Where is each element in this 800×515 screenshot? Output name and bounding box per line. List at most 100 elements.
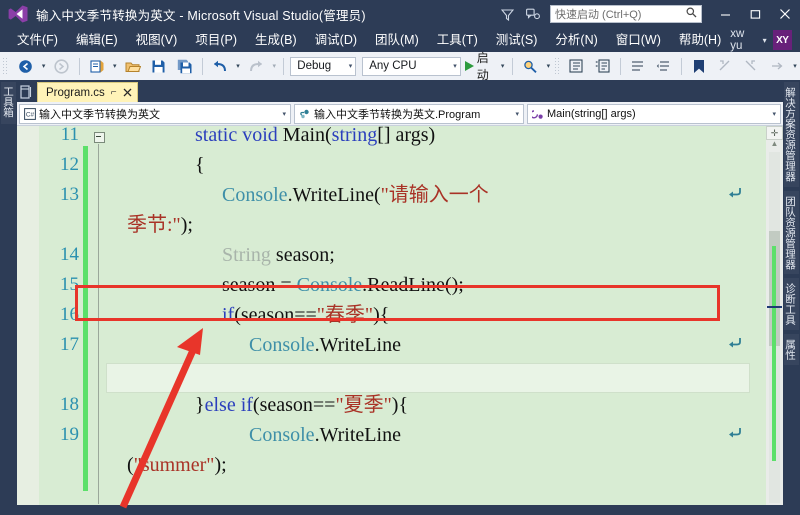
quick-launch-placeholder[interactable]: 快速启动 (Ctrl+Q) <box>555 6 686 22</box>
code-line[interactable]: static void Main(string[] args) <box>195 126 435 150</box>
code-token: Console <box>249 424 315 446</box>
code-token: } <box>195 394 205 416</box>
code-line[interactable]: if(season=="春季"){ <box>222 300 389 330</box>
menu-item-team[interactable]: 团队(M) <box>366 28 428 52</box>
outlining-margin[interactable] <box>92 126 106 505</box>
code-token: ){ <box>391 394 409 416</box>
collapse-block-icon[interactable] <box>94 132 105 143</box>
code-line[interactable]: Console.WriteLine <box>249 330 401 360</box>
solution-platform-dropdown[interactable]: Any CPU ▾ <box>362 56 461 76</box>
navigate-back-caret[interactable]: ▾ <box>38 54 48 78</box>
start-debugging-button[interactable]: 启动 ▾ <box>461 51 509 82</box>
comment-icon[interactable] <box>590 54 616 78</box>
menu-item-view[interactable]: 视图(V) <box>127 28 187 52</box>
feedback-icon[interactable] <box>520 2 546 26</box>
sidebar-item-team-explorer[interactable]: 团队资源管理器 <box>784 190 799 274</box>
navbar-member-dropdown[interactable]: Main(string[] args) ▾ <box>527 103 781 124</box>
sidebar-item-toolbox[interactable]: 工具箱 <box>1 82 16 124</box>
new-project-caret[interactable]: ▾ <box>110 54 120 78</box>
document-tab-program-cs[interactable]: Program.cs ⌐ <box>37 82 138 102</box>
navigate-back-icon[interactable] <box>12 54 38 78</box>
sidebar-item-solution-explorer[interactable]: 解决方案资源管理器 <box>784 82 799 187</box>
line-number: 12 <box>60 154 79 175</box>
navbar-type-dropdown[interactable]: 输入中文季节转换为英文.Program ▾ <box>294 103 524 124</box>
undo-icon[interactable] <box>207 54 233 78</box>
editor-window-icon[interactable] <box>17 82 37 102</box>
code-line[interactable]: String season; <box>222 240 335 270</box>
minimize-button[interactable] <box>710 1 740 27</box>
code-line[interactable]: 季节:"); <box>127 210 193 240</box>
line-number: 18 <box>60 394 79 415</box>
line-number: 15 <box>60 274 79 295</box>
code-line[interactable]: Console.WriteLine("请输入一个 <box>222 180 489 210</box>
save-all-icon[interactable] <box>172 54 198 78</box>
navigate-forward-icon[interactable] <box>49 54 75 78</box>
close-icon[interactable] <box>123 88 132 97</box>
maximize-button[interactable] <box>740 1 770 27</box>
code-token: "夏季" <box>335 394 392 416</box>
indent-icon[interactable] <box>564 54 590 78</box>
redo-caret[interactable]: ▾ <box>269 54 279 78</box>
menu-item-edit[interactable]: 编辑(E) <box>67 28 127 52</box>
code-line[interactable]: Console.WriteLine <box>249 420 401 450</box>
code-line[interactable]: }else if(season=="夏季"){ <box>195 390 408 420</box>
sidebar-item-diagnostic-tools[interactable]: 诊断工具 <box>784 278 799 330</box>
code-token: static <box>195 126 238 146</box>
menu-item-debug[interactable]: 调试(D) <box>306 28 366 52</box>
solution-platform-value: Any CPU <box>369 60 417 72</box>
menu-item-file[interactable]: 文件(F) <box>8 28 67 52</box>
sidebar-item-properties[interactable]: 属性 <box>784 334 799 365</box>
menu-item-help[interactable]: 帮助(H) <box>670 28 730 52</box>
find-caret[interactable]: ▾ <box>543 54 553 78</box>
quick-launch-box[interactable]: 快速启动 (Ctrl+Q) <box>550 5 702 23</box>
toolbar-separator-3 <box>283 57 285 75</box>
line-number: 14 <box>60 244 79 265</box>
filter-icon[interactable] <box>494 2 520 26</box>
document-tab-label: Program.cs <box>46 86 105 99</box>
code-token: Main( <box>277 126 332 146</box>
account-menu[interactable]: xw yu ▾ <box>730 28 772 52</box>
search-icon[interactable] <box>686 5 697 23</box>
code-line[interactable]: ("summer"); <box>127 450 227 480</box>
toolbar-grip-2[interactable] <box>553 57 561 75</box>
menu-item-analyze[interactable]: 分析(N) <box>546 28 606 52</box>
navbar-type-value: 输入中文季节转换为英文.Program <box>314 108 481 121</box>
toolbar-extra2-icon[interactable] <box>738 54 764 78</box>
change-tracking-margin <box>83 126 88 505</box>
code-editor[interactable]: 11 12 13 14 15 16 17 18 19 static void Main(stri… <box>17 126 783 505</box>
outdent-icon[interactable] <box>651 54 677 78</box>
code-line[interactable]: { <box>195 150 205 180</box>
toolbar-extra3-icon[interactable] <box>764 54 790 78</box>
toolbar-overflow-button[interactable]: ▾ <box>790 54 800 78</box>
right-tool-rail: 解决方案资源管理器 团队资源管理器 诊断工具 属性 <box>783 80 800 507</box>
menu-bar: 文件(F) 编辑(E) 视图(V) 项目(P) 生成(B) 调试(D) 团队(M… <box>0 28 800 52</box>
code-token: String <box>222 244 271 266</box>
line-number: 19 <box>60 424 79 445</box>
code-text-area[interactable]: static void Main(string[] args) { Console.… <box>106 126 750 505</box>
left-tool-rail: 工具箱 <box>0 80 17 505</box>
menu-item-project[interactable]: 项目(P) <box>186 28 246 52</box>
close-button[interactable] <box>770 1 800 27</box>
undo-caret[interactable]: ▾ <box>233 54 243 78</box>
code-token: if <box>240 394 253 416</box>
menu-item-window[interactable]: 窗口(W) <box>607 28 670 52</box>
open-file-icon[interactable] <box>120 54 146 78</box>
save-icon[interactable] <box>146 54 172 78</box>
uncomment-icon[interactable] <box>625 54 651 78</box>
toolbar-extra1-icon[interactable] <box>712 54 738 78</box>
toolbar-grip[interactable] <box>2 57 10 75</box>
editor-vertical-scrollbar[interactable]: ▲ <box>766 126 783 505</box>
code-line[interactable]: season = Console.ReadLine(); <box>222 270 464 300</box>
bookmark-icon[interactable] <box>686 54 712 78</box>
new-project-icon[interactable] <box>84 54 110 78</box>
avatar[interactable]: XY <box>772 30 792 50</box>
redo-icon[interactable] <box>243 54 269 78</box>
solution-configuration-dropdown[interactable]: Debug ▾ <box>290 56 357 76</box>
find-icon[interactable] <box>517 54 543 78</box>
indicator-margin[interactable] <box>17 126 39 505</box>
navbar-member-value: Main(string[] args) <box>547 107 636 120</box>
menu-item-build[interactable]: 生成(B) <box>246 28 306 52</box>
navbar-project-dropdown[interactable]: C# 输入中文季节转换为英文 ▾ <box>19 103 291 124</box>
split-view-icon[interactable]: ✛ <box>766 126 783 140</box>
pin-icon[interactable]: ⌐ <box>111 87 117 98</box>
